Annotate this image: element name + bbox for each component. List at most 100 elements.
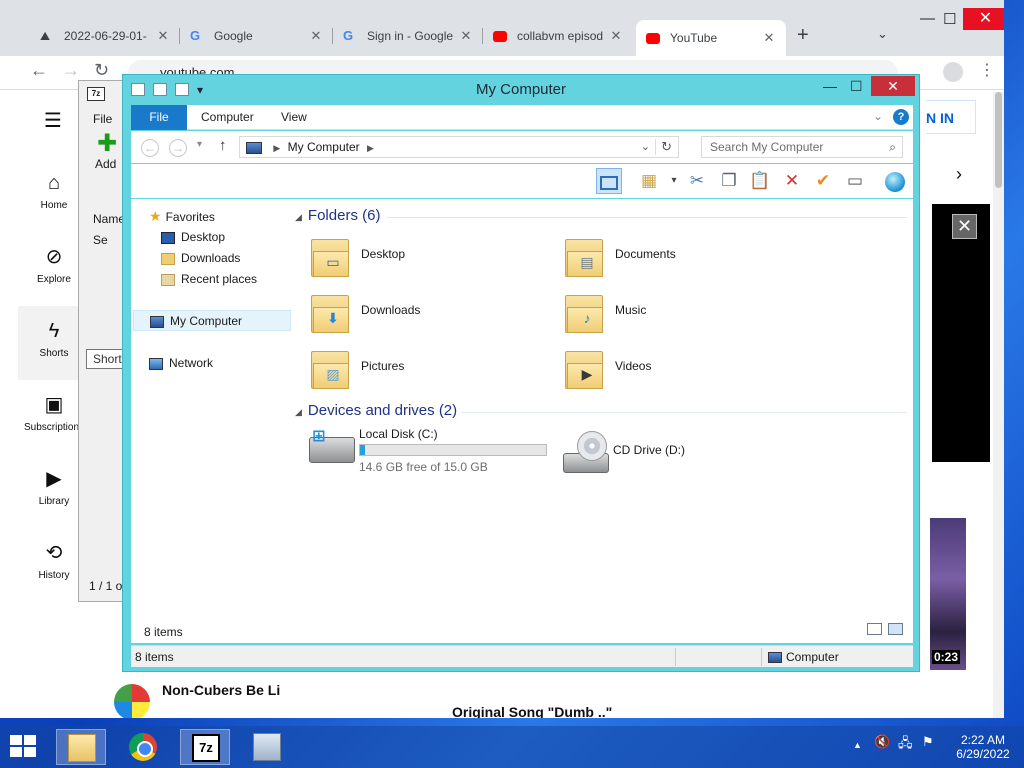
tab-close-icon[interactable]: ✕ xyxy=(609,28,623,44)
channel-avatar[interactable] xyxy=(114,684,150,718)
video-player[interactable] xyxy=(932,204,990,462)
tab-5[interactable]: YouTube ✕ xyxy=(636,20,786,56)
tab-close-icon[interactable]: ✕ xyxy=(459,28,473,44)
tab-close-icon[interactable]: ✕ xyxy=(762,30,776,46)
chevron-down-icon[interactable]: ⌄ xyxy=(873,109,883,123)
maximize-button[interactable]: ☐ xyxy=(943,10,956,28)
folder-desktop[interactable]: ▭ Desktop xyxy=(309,231,559,281)
breadcrumb[interactable]: My Computer xyxy=(288,140,360,154)
forward-button[interactable]: → xyxy=(62,60,80,81)
video-title[interactable]: Non-Cubers Be Li xyxy=(162,682,280,698)
minimize-button[interactable]: — xyxy=(823,78,837,94)
clock-date: 6/29/2022 xyxy=(956,747,1010,761)
properties-folder-icon[interactable]: ▦ xyxy=(636,168,662,194)
tab-close-icon[interactable]: ✕ xyxy=(309,28,323,44)
star-icon: ★ xyxy=(149,208,162,224)
nav-favorites[interactable]: ★ Favorites xyxy=(149,206,307,227)
copy-icon[interactable]: ❐ xyxy=(716,168,742,194)
back-button[interactable]: ← xyxy=(30,60,48,81)
add-button[interactable]: Add xyxy=(95,157,116,171)
refresh-icon[interactable]: ↻ xyxy=(661,137,672,157)
tab-3[interactable]: G Sign in - Google ✕ xyxy=(333,22,483,50)
subscriptions-icon: ▣ xyxy=(44,394,64,416)
group-header-drives[interactable]: ◢ Devices and drives (2) xyxy=(295,402,457,419)
close-button[interactable]: ✕ xyxy=(963,8,1004,30)
tab-computer[interactable]: Computer xyxy=(187,105,268,130)
chevron-right-icon[interactable]: › xyxy=(956,164,962,185)
chevron-right-icon[interactable]: ▶ xyxy=(273,143,280,153)
clock[interactable]: 2:22 AM 6/29/2022 xyxy=(950,733,1016,761)
command-bar: ▦ ▾ ✂ ❐ 📋 ✕ ✔ ▭ xyxy=(131,164,913,198)
paste-icon[interactable]: 📋 xyxy=(747,168,773,194)
tab-view[interactable]: View xyxy=(267,105,321,130)
forward-button[interactable]: → xyxy=(169,139,187,157)
tab-close-icon[interactable]: ✕ xyxy=(156,28,170,44)
folder-documents[interactable]: ▤ Documents xyxy=(563,231,813,281)
menu-dots-icon[interactable]: ⋮ xyxy=(979,60,995,80)
video-title[interactable]: Original Song "Dumb .." xyxy=(452,704,612,718)
taskbar-performance[interactable] xyxy=(242,729,292,765)
collapse-triangle-icon[interactable]: ◢ xyxy=(295,212,302,222)
close-icon[interactable]: ✕ xyxy=(952,214,977,239)
scrollbar-thumb[interactable] xyxy=(995,92,1002,188)
folder-downloads[interactable]: ⬇ Downloads xyxy=(309,287,559,337)
large-icons-view-icon[interactable] xyxy=(888,623,903,635)
collapse-triangle-icon[interactable]: ◢ xyxy=(295,407,302,417)
tab-4[interactable]: collabvm episod ✕ xyxy=(483,22,633,50)
help-icon[interactable]: ? xyxy=(893,109,909,125)
delete-icon[interactable]: ✕ xyxy=(779,168,805,194)
network-icon[interactable]: 🖧 xyxy=(898,734,913,756)
tab-2[interactable]: G Google ✕ xyxy=(180,22,333,50)
chevron-right-icon[interactable]: ▶ xyxy=(367,143,374,153)
details-view-icon[interactable] xyxy=(867,623,882,635)
tab-file[interactable]: File xyxy=(131,105,187,130)
folder-pictures[interactable]: ▨ Pictures xyxy=(309,343,559,393)
recent-locations-icon[interactable]: ▾ xyxy=(197,139,202,150)
list-item[interactable]: Se xyxy=(93,233,108,247)
rename-icon[interactable]: ▭ xyxy=(842,168,868,194)
cut-icon[interactable]: ✂ xyxy=(684,168,710,194)
google-icon: G xyxy=(343,28,354,43)
action-center-icon[interactable]: ⚑ xyxy=(922,734,934,750)
close-button[interactable]: ✕ xyxy=(871,76,915,96)
compass-icon: ⊘ xyxy=(45,246,63,268)
checkmark-icon[interactable]: ✔ xyxy=(810,168,836,194)
group-header-folders[interactable]: ◢ Folders (6) xyxy=(295,207,380,224)
windows-logo-icon: ⊞ xyxy=(312,428,326,445)
volume-muted-icon[interactable]: 🔇 xyxy=(874,734,890,750)
title-bar[interactable]: ▾ My Computer — ☐ ✕ xyxy=(123,75,919,105)
globe-icon[interactable] xyxy=(882,168,908,194)
video-thumbnail[interactable] xyxy=(930,518,966,670)
menu-file[interactable]: File xyxy=(93,112,112,126)
hamburger-menu-icon[interactable]: ☰ xyxy=(44,108,62,133)
address-field[interactable]: ▶ My Computer ▶ ⌄ ↻ xyxy=(239,136,679,158)
nav-item-my-computer[interactable]: My Computer xyxy=(133,310,291,331)
show-hidden-icons[interactable]: ▲ xyxy=(853,740,862,750)
minimize-button[interactable]: — xyxy=(920,10,935,27)
taskbar-file-explorer[interactable] xyxy=(56,729,106,765)
sign-in-button[interactable]: N IN xyxy=(926,100,976,134)
reload-button[interactable]: ↻ xyxy=(94,60,109,81)
start-button[interactable] xyxy=(10,735,38,759)
up-button[interactable]: ↑ xyxy=(219,137,227,154)
chevron-down-icon[interactable]: ⌄ xyxy=(641,137,650,157)
preview-pane-icon[interactable] xyxy=(596,168,622,194)
new-tab-button[interactable]: + xyxy=(797,24,809,47)
page-scrollbar[interactable] xyxy=(993,92,1004,718)
maximize-button[interactable]: ☐ xyxy=(850,78,863,95)
recent-places-icon xyxy=(161,273,175,286)
back-button[interactable]: ← xyxy=(141,139,159,157)
drive-local-disk[interactable]: ⊞ Local Disk (C:) 14.6 GB free of 15.0 G… xyxy=(307,427,557,479)
tab-1[interactable]: ⛰ 2022-06-29-01- ✕ xyxy=(30,22,180,50)
column-header-name[interactable]: Name xyxy=(93,212,125,226)
tab-strip: ⛰ 2022-06-29-01- ✕ G Google ✕ G Sign in … xyxy=(0,0,1004,56)
folder-videos[interactable]: ▶ Videos xyxy=(563,343,813,393)
profile-avatar[interactable] xyxy=(943,62,963,82)
drive-cd[interactable]: CD Drive (D:) xyxy=(561,427,811,479)
search-input[interactable]: Search My Computer ⌕ xyxy=(701,136,903,158)
folder-music[interactable]: ♪ Music xyxy=(563,287,813,337)
taskbar-chrome[interactable] xyxy=(118,729,168,765)
nav-item-network[interactable]: Network xyxy=(149,353,307,374)
taskbar-7zip[interactable]: 7z xyxy=(180,729,230,765)
tab-search-button[interactable]: ⌄ xyxy=(877,26,888,42)
